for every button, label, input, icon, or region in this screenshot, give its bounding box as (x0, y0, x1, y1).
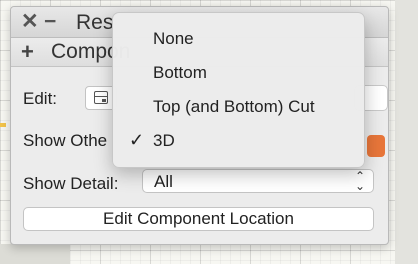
minimize-icon[interactable]: − (44, 11, 56, 33)
menu-item-label: Top (and Bottom) Cut (153, 97, 315, 116)
show-detail-value: All (154, 172, 173, 191)
show-other-label: Show Othe (23, 131, 108, 150)
menu-item-label: 3D (153, 131, 175, 150)
expand-icon[interactable]: + (21, 40, 34, 64)
show-detail-label: Show Detail: (23, 174, 119, 193)
show-detail-select[interactable]: All ⌃ ⌄ (142, 169, 374, 193)
edit-label: Edit: (23, 89, 58, 108)
close-icon[interactable]: ✕ (21, 11, 39, 33)
canvas-scroll-area (395, 0, 418, 264)
menu-item-none[interactable]: None (113, 25, 364, 55)
menu-item-label: None (153, 29, 194, 48)
chevron-updown-icon: ⌃ ⌄ (354, 169, 365, 193)
palette-title: Res (76, 11, 114, 34)
checkmark-icon: ✓ (129, 130, 145, 150)
edit-component-location-button[interactable]: Edit Component Location (23, 207, 374, 231)
menu-item-3d[interactable]: ✓ 3D (113, 127, 364, 157)
menu-item-top-bottom-cut[interactable]: Top (and Bottom) Cut (113, 93, 364, 123)
canvas-marker (0, 123, 6, 127)
component-icon (94, 91, 108, 104)
canvas-bottom-bar (0, 244, 70, 264)
display-mode-menu: None Bottom Top (and Bottom) Cut ✓ 3D (112, 12, 365, 168)
menu-item-label: Bottom (153, 63, 207, 82)
show-other-toggle[interactable] (367, 135, 385, 157)
menu-item-bottom[interactable]: Bottom (113, 59, 364, 89)
